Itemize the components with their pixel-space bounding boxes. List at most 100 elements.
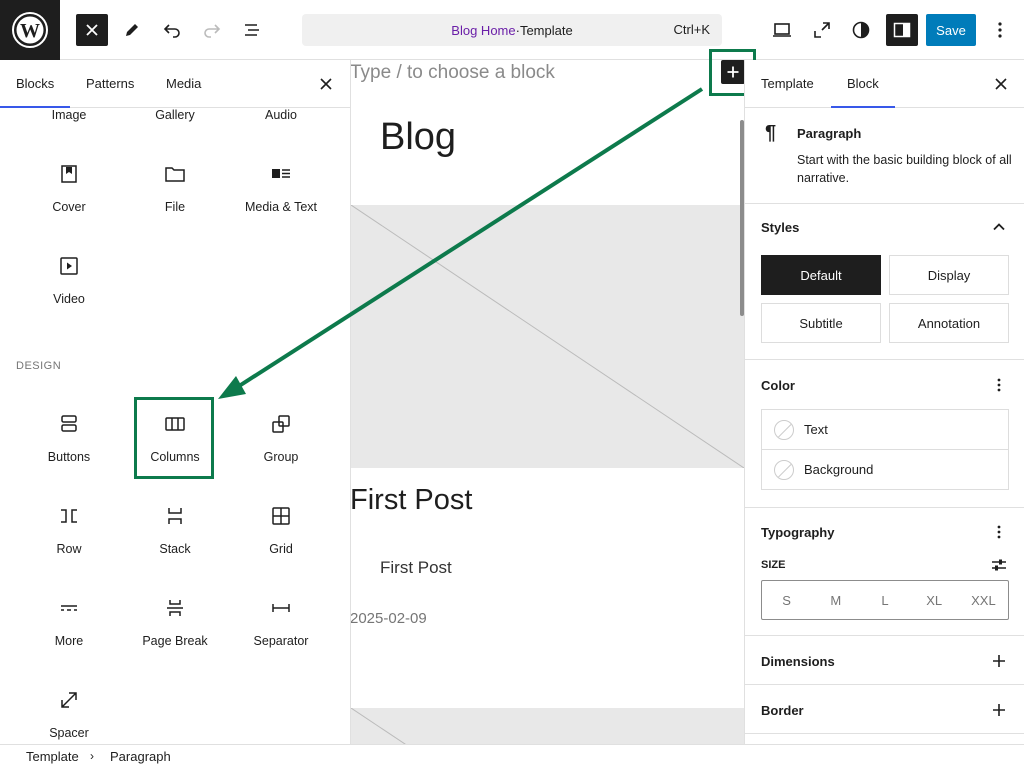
block-label: Cover: [52, 200, 86, 214]
more-vertical-icon: [997, 378, 1001, 392]
block-row[interactable]: Row: [16, 504, 122, 584]
block-audio-label[interactable]: Audio: [228, 108, 334, 122]
command-palette-bar[interactable]: Blog Home · Template Ctrl+K: [302, 14, 722, 46]
block-label: Separator: [253, 634, 309, 648]
undo-button[interactable]: [156, 14, 188, 46]
next-image-placeholder[interactable]: [351, 707, 744, 744]
custom-size-button[interactable]: [987, 553, 1011, 577]
site-title[interactable]: Blog: [380, 116, 456, 159]
post-excerpt[interactable]: First Post: [380, 558, 452, 578]
grid-icon: [272, 507, 290, 525]
styles-heading[interactable]: Styles: [761, 220, 799, 235]
options-menu-button[interactable]: [984, 14, 1016, 46]
block-label: Media & Text: [244, 200, 318, 214]
block-video[interactable]: Video: [16, 254, 122, 334]
post-date[interactable]: 2025-02-09: [351, 610, 427, 627]
block-group[interactable]: Group: [228, 412, 334, 492]
block-label: Buttons: [47, 450, 91, 464]
style-annotation-button[interactable]: Annotation: [889, 303, 1009, 343]
size-label: SIZE: [761, 559, 786, 571]
row-icon: [61, 509, 77, 523]
block-separator[interactable]: Separator: [228, 596, 334, 676]
block-buttons[interactable]: Buttons: [16, 412, 122, 492]
style-default-button[interactable]: Default: [761, 255, 881, 295]
block-media-text[interactable]: Media & Text: [228, 162, 334, 242]
tab-patterns[interactable]: Patterns: [86, 60, 134, 108]
post-title[interactable]: First Post: [351, 484, 472, 517]
wordpress-logo-icon[interactable]: W: [0, 0, 60, 60]
buttons-icon: [61, 415, 77, 432]
featured-image-placeholder[interactable]: [351, 204, 744, 469]
block-more[interactable]: More: [16, 596, 122, 676]
more-vertical-icon: [998, 22, 1002, 38]
typography-heading: Typography: [761, 525, 835, 540]
edit-tool-button[interactable]: [116, 14, 148, 46]
settings-sidebar: Template Block ¶ Paragraph Start with th…: [744, 60, 1024, 744]
color-options-button[interactable]: [987, 373, 1011, 397]
block-gallery-label[interactable]: Gallery: [122, 108, 228, 122]
video-icon: [60, 257, 78, 275]
svg-text:W: W: [20, 20, 40, 42]
tab-template[interactable]: Template: [761, 60, 814, 108]
device-preview-button[interactable]: [766, 14, 798, 46]
redo-button[interactable]: [196, 14, 228, 46]
block-label: Row: [56, 542, 82, 556]
add-border-button[interactable]: [987, 698, 1011, 722]
tab-media[interactable]: Media: [166, 60, 201, 108]
document-overview-button[interactable]: [236, 14, 268, 46]
breadcrumb-paragraph[interactable]: Paragraph: [110, 749, 171, 764]
size-option-s[interactable]: S: [762, 581, 811, 619]
inserter-tabs: Blocks Patterns Media: [0, 60, 350, 108]
page-break-icon: [167, 600, 183, 616]
tab-blocks[interactable]: Blocks: [0, 60, 71, 108]
block-file[interactable]: File: [122, 162, 228, 242]
border-panel: Border: [745, 685, 1024, 734]
block-spacer[interactable]: Spacer: [16, 688, 122, 744]
media-text-icon: [272, 169, 290, 178]
contrast-icon: [852, 21, 870, 39]
tab-block[interactable]: Block: [831, 60, 895, 108]
styles-panel: Styles Default Display Subtitle Annotati…: [745, 204, 1024, 360]
background-color-control[interactable]: Background: [761, 449, 1009, 490]
close-icon: [995, 78, 1007, 90]
typography-options-button[interactable]: [987, 520, 1011, 544]
styles-button[interactable]: [845, 14, 877, 46]
close-inserter-x[interactable]: [314, 72, 338, 96]
desktop-icon: [773, 23, 791, 37]
settings-toggle-button[interactable]: [886, 14, 918, 46]
block-stack[interactable]: Stack: [122, 504, 228, 584]
close-settings-button[interactable]: [989, 72, 1013, 96]
save-button[interactable]: Save: [926, 14, 976, 46]
style-subtitle-button[interactable]: Subtitle: [761, 303, 881, 343]
color-panel: Color Text Background: [745, 360, 1024, 508]
style-display-button[interactable]: Display: [889, 255, 1009, 295]
block-image-label[interactable]: Image: [16, 108, 122, 122]
breadcrumb-template[interactable]: Template: [26, 749, 79, 764]
block-label: Stack: [159, 542, 191, 556]
editor-canvas[interactable]: Type / to choose a block Blog First Post…: [351, 60, 744, 744]
size-option-m[interactable]: M: [811, 581, 860, 619]
block-grid[interactable]: Grid: [228, 504, 334, 584]
design-category-label: DESIGN: [16, 360, 62, 372]
template-name: Blog Home: [451, 22, 516, 38]
border-heading: Border: [761, 703, 804, 718]
block-inserter-panel: Blocks Patterns Media Image Gallery Audi…: [0, 60, 351, 744]
stack-icon: [168, 508, 182, 524]
size-option-l[interactable]: L: [860, 581, 909, 619]
size-option-xl[interactable]: XL: [910, 581, 959, 619]
block-cover[interactable]: Cover: [16, 162, 122, 242]
block-card: ¶ Paragraph Start with the basic buildin…: [745, 108, 1024, 204]
collapse-styles-button[interactable]: [987, 215, 1011, 239]
block-label: Grid: [269, 542, 293, 556]
top-toolbar: W Blog Home · Template Ctrl+K Save: [0, 0, 1024, 60]
external-view-icon: [814, 22, 830, 38]
text-color-control[interactable]: Text: [761, 409, 1009, 450]
size-option-xxl[interactable]: XXL: [959, 581, 1008, 619]
close-inserter-button[interactable]: [76, 14, 108, 46]
view-fullscreen-button[interactable]: [806, 14, 838, 46]
add-dimensions-button[interactable]: [987, 649, 1011, 673]
settings-sliders-icon: [992, 559, 1006, 571]
block-page-break[interactable]: Page Break: [122, 596, 228, 676]
dimensions-panel: Dimensions: [745, 636, 1024, 685]
block-placeholder[interactable]: Type / to choose a block: [351, 62, 555, 84]
